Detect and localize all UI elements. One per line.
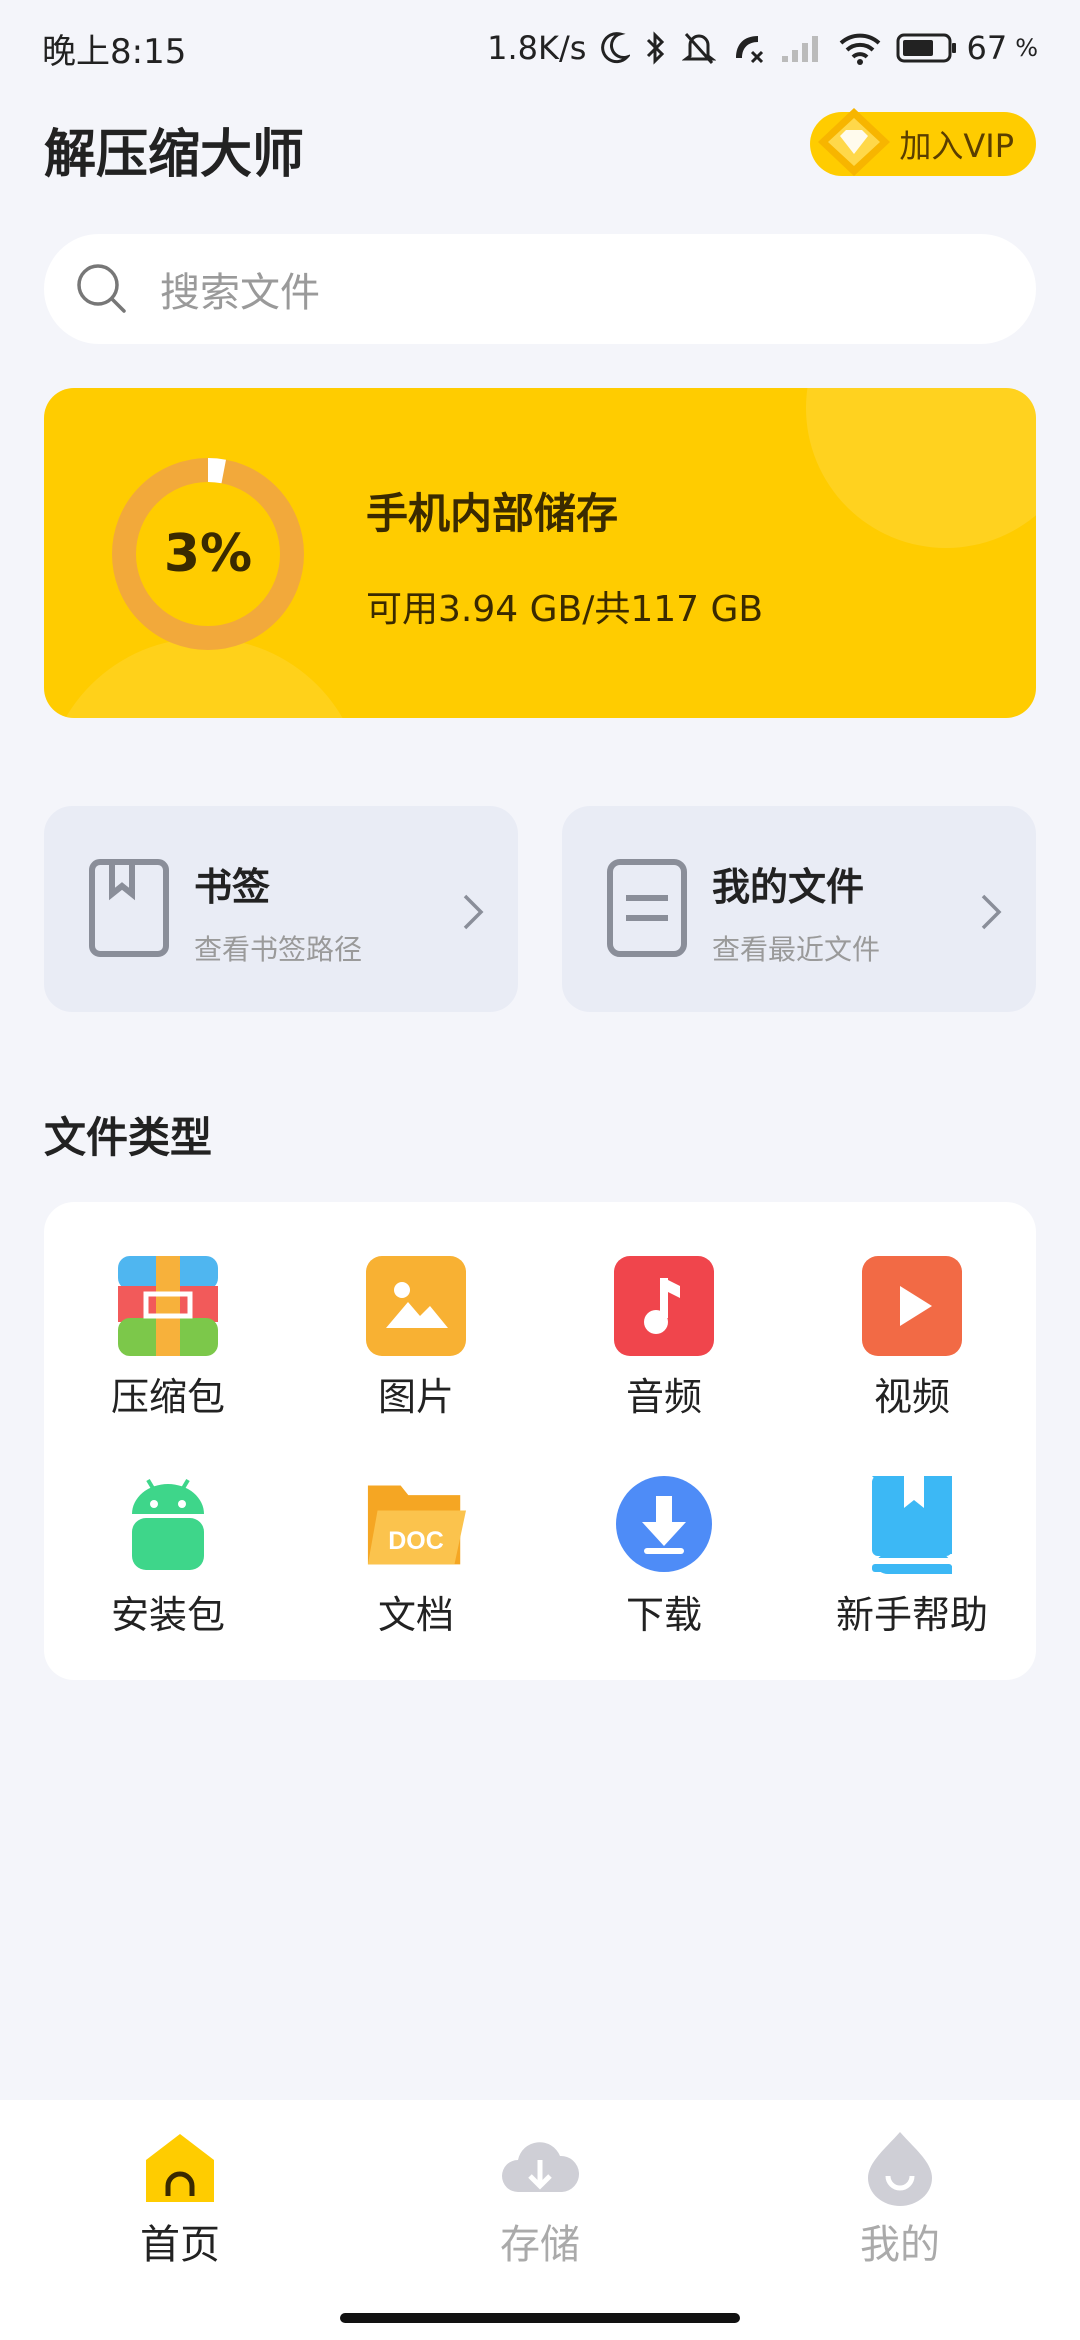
bookmark-icon [89,859,169,957]
file-type-archive[interactable]: 压缩包 [68,1256,268,1436]
file-type-label: 文档 [377,1593,454,1637]
storage-usage-ring: 3% [110,456,306,652]
profile-drop-icon [868,2132,932,2206]
status-bar: 晚上8:15 1.8K/s 67% [0,0,1080,96]
call-blocked-icon [730,30,766,66]
file-list-icon [607,859,687,957]
image-icon [366,1256,466,1356]
file-type-label: 图片 [377,1375,454,1419]
nav-home[interactable]: 首页 [80,2130,280,2280]
file-type-label: 下载 [625,1593,702,1637]
file-type-audio[interactable]: 音频 [564,1256,764,1436]
my-files-title: 我的文件 [712,865,865,909]
home-indicator [340,2313,740,2323]
bluetooth-icon [644,30,668,66]
storage-capacity: 可用3.94 GB/共117 GB [366,589,764,630]
download-icon [616,1476,712,1572]
decor-circle [806,388,1036,548]
battery-icon [896,33,957,63]
file-type-apk[interactable]: 安装包 [68,1474,268,1654]
doc-icon-text: DOC [388,1527,444,1555]
moon-icon [600,31,631,65]
file-type-label: 音频 [625,1375,702,1419]
file-type-download[interactable]: 下载 [564,1474,764,1654]
file-type-document[interactable]: DOC 文档 [316,1474,516,1654]
nav-home-label: 首页 [140,2222,220,2268]
search-input[interactable]: 搜索文件 [44,234,1036,344]
battery-percent: 67 [966,29,1008,67]
archive-icon [118,1256,218,1356]
file-type-label: 压缩包 [110,1375,225,1419]
file-type-label: 新手帮助 [835,1593,988,1637]
file-types-grid: 压缩包 图片 音频 视频 安装包 DOC 文档 下载 新手帮助 [44,1202,1036,1680]
nav-storage-label: 存储 [500,2222,580,2268]
doc-folder-icon: DOC [367,1485,466,1565]
nav-storage[interactable]: 存储 [440,2130,640,2280]
my-files-subtitle: 查看最近文件 [712,933,881,966]
storage-title: 手机内部储存 [366,489,619,538]
android-icon [132,1478,204,1570]
my-files-card[interactable]: 我的文件 查看最近文件 [562,806,1036,1012]
status-icons: 1.8K/s 67% [487,29,1038,67]
video-icon [862,1256,962,1356]
storage-percent: 3% [163,524,253,584]
file-types-title: 文件类型 [44,1113,213,1162]
battery-indicator: 67% [896,29,1038,67]
file-type-image[interactable]: 图片 [316,1256,516,1436]
chevron-right-icon [463,894,484,930]
join-vip-label: 加入VIP [899,127,1014,165]
bottom-navigation: 首页 存储 我的 [0,2100,1080,2340]
internal-storage-card[interactable]: 3% 手机内部储存 可用3.94 GB/共117 GB [44,388,1036,718]
bookmarks-title: 书签 [194,865,271,909]
file-type-label: 视频 [873,1375,950,1419]
nav-profile-label: 我的 [860,2222,940,2268]
help-book-icon [872,1476,952,1574]
status-time: 晚上8:15 [42,31,187,72]
file-type-label: 安装包 [110,1593,225,1637]
nav-profile[interactable]: 我的 [800,2130,1000,2280]
network-speed: 1.8K/s [487,29,587,67]
audio-icon [614,1256,714,1356]
signal-icon [780,32,824,64]
chevron-right-icon [981,894,1002,930]
search-placeholder: 搜索文件 [160,270,320,316]
diamond-icon [818,108,890,176]
bookmarks-card[interactable]: 书签 查看书签路径 [44,806,518,1012]
bookmarks-subtitle: 查看书签路径 [194,933,363,966]
cloud-download-icon [502,2142,580,2192]
file-type-video[interactable]: 视频 [812,1256,1012,1436]
home-icon [146,2134,214,2202]
search-icon [77,264,126,313]
bell-muted-icon [682,30,717,66]
app-title: 解压缩大师 [44,125,305,185]
file-type-help[interactable]: 新手帮助 [812,1474,1012,1654]
wifi-icon [838,31,882,65]
